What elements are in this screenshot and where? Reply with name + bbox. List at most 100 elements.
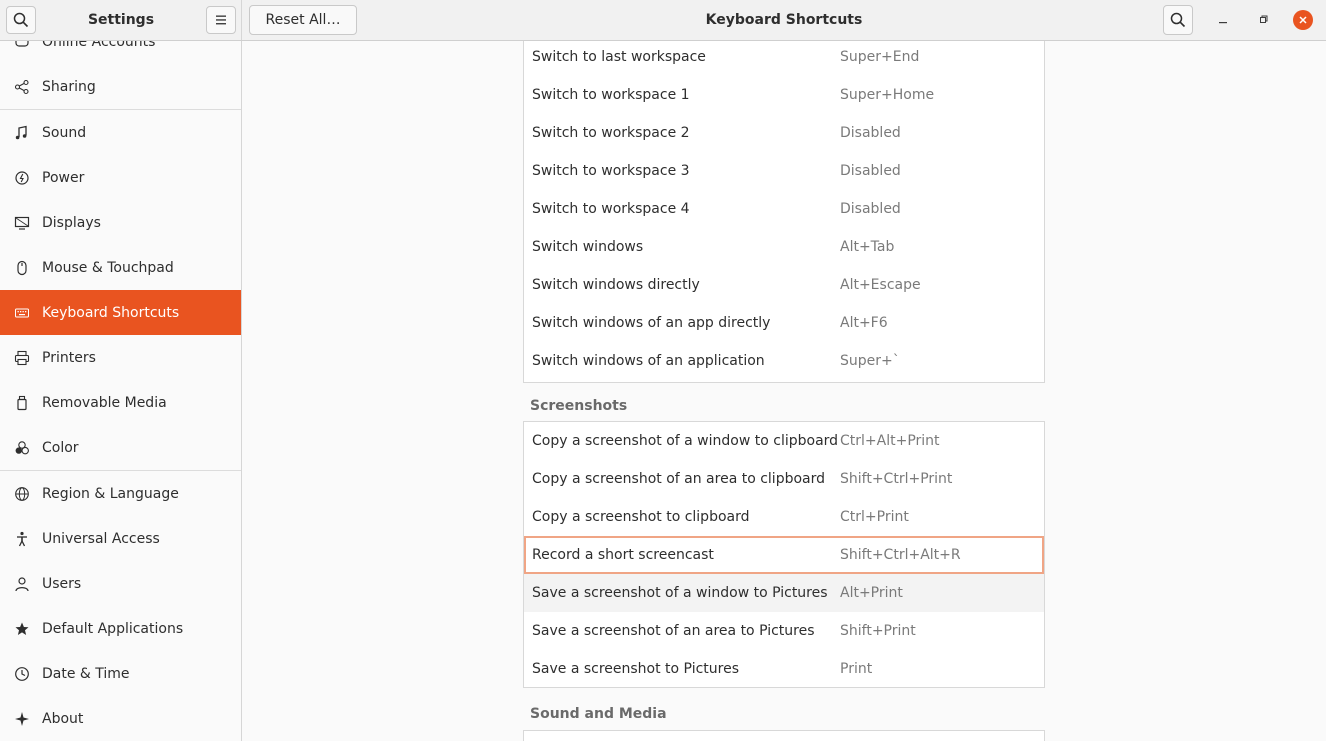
- sidebar-item-color[interactable]: Color: [0, 425, 241, 470]
- sidebar-item-online-accounts[interactable]: Online Accounts: [0, 41, 241, 64]
- sidebar-search-button[interactable]: [6, 6, 36, 34]
- shortcut-accelerator: Disabled: [840, 163, 901, 179]
- shortcut-name: Switch windows of an application: [532, 353, 765, 369]
- shortcut-row[interactable]: Copy a screenshot of a window to clipboa…: [524, 422, 1044, 460]
- shortcut-row[interactable]: Copy a screenshot to clipboard Ctrl+Prin…: [524, 498, 1044, 536]
- shortcut-row-focused[interactable]: Record a short screencast Shift+Ctrl+Alt…: [524, 536, 1044, 574]
- sparkle-icon: [12, 709, 32, 729]
- shortcut-accelerator: Alt+Tab: [840, 239, 895, 255]
- power-icon: [12, 168, 32, 188]
- shortcut-name: Copy a screenshot to clipboard: [532, 509, 750, 525]
- keyboard-icon: [12, 303, 32, 323]
- search-button[interactable]: [1163, 5, 1193, 35]
- shortcut-row[interactable]: Switch to workspace 2 Disabled: [524, 114, 1044, 152]
- sidebar-item-label: Removable Media: [42, 394, 167, 411]
- printer-icon: [12, 348, 32, 368]
- shortcut-name: Switch to workspace 2: [532, 125, 690, 141]
- shortcut-accelerator: Disabled: [840, 125, 901, 141]
- sidebar-item-users[interactable]: Users: [0, 561, 241, 606]
- search-icon: [1170, 12, 1186, 28]
- shortcut-name: Save a screenshot of an area to Pictures: [532, 623, 815, 639]
- shortcut-name: Switch windows of an app directly: [532, 315, 771, 331]
- minimize-button[interactable]: [1213, 10, 1233, 30]
- shortcut-row[interactable]: Switch to workspace 1 Super+Home: [524, 76, 1044, 114]
- globe-icon: [12, 484, 32, 504]
- sidebar-item-label: About: [42, 710, 84, 727]
- shortcut-name: Record a short screencast: [532, 547, 714, 563]
- shortcut-row[interactable]: Save a screenshot to Pictures Print: [524, 650, 1044, 688]
- clock-icon: [12, 664, 32, 684]
- sidebar-item-label: Users: [42, 575, 82, 592]
- sidebar-item-label: Keyboard Shortcuts: [42, 304, 180, 321]
- shortcut-accelerator: Ctrl+Print: [840, 509, 909, 525]
- shortcut-row-hovered[interactable]: Save a screenshot of a window to Picture…: [524, 574, 1044, 612]
- sidebar-item-label: Sharing: [42, 78, 96, 95]
- sidebar-item-label: Sound: [42, 124, 87, 141]
- hamburger-menu-icon: [216, 15, 226, 25]
- maximize-button[interactable]: [1253, 10, 1273, 30]
- shortcut-row[interactable]: Switch windows Alt+Tab: [524, 228, 1044, 266]
- music-note-icon: [12, 123, 32, 143]
- shortcut-row[interactable]: Switch to last workspace Super+End: [524, 41, 1044, 76]
- sidebar-item-keyboard-shortcuts[interactable]: Keyboard Shortcuts: [0, 290, 241, 335]
- color-icon: [12, 438, 32, 458]
- shortcut-accelerator: Super+End: [840, 49, 920, 65]
- shortcut-name: Switch to workspace 3: [532, 163, 690, 179]
- shortcut-name: Switch windows: [532, 239, 644, 255]
- minimize-icon: [1219, 22, 1227, 24]
- sidebar-item-label: Printers: [42, 349, 96, 366]
- shortcut-accelerator: Alt+Escape: [840, 277, 921, 293]
- sidebar-header: Settings: [0, 0, 242, 40]
- shortcut-name: Switch windows directly: [532, 277, 700, 293]
- menu-button[interactable]: [206, 6, 236, 34]
- shortcut-accelerator: Shift+Ctrl+Print: [840, 471, 953, 487]
- shortcut-name: Switch to last workspace: [532, 49, 706, 65]
- reset-all-button[interactable]: Reset All…: [249, 5, 357, 35]
- sidebar-item-removable-media[interactable]: Removable Media: [0, 380, 241, 425]
- shortcut-row[interactable]: Switch windows of an application Super+`: [524, 342, 1044, 380]
- online-accounts-icon: [12, 41, 32, 52]
- section-title-screenshots: Screenshots: [530, 398, 628, 414]
- mouse-icon: [12, 258, 32, 278]
- shortcut-row[interactable]: Switch to workspace 3 Disabled: [524, 152, 1044, 190]
- shortcut-row[interactable]: Switch windows of an app directly Alt+F6: [524, 304, 1044, 342]
- sidebar-item-printers[interactable]: Printers: [0, 335, 241, 380]
- shortcut-name: Save a screenshot of a window to Picture…: [532, 585, 828, 601]
- display-icon: [12, 213, 32, 233]
- shortcut-row[interactable]: Save a screenshot of an area to Pictures…: [524, 612, 1044, 650]
- section-title-sound-media: Sound and Media: [530, 706, 667, 722]
- sidebar-item-label: Default Applications: [42, 620, 184, 637]
- sidebar-item-label: Universal Access: [42, 530, 160, 547]
- header-bar: Settings Reset All… Keyboard Shortcuts: [0, 0, 1326, 41]
- sidebar-item-label: Date & Time: [42, 665, 130, 682]
- shortcut-name: Switch to workspace 1: [532, 87, 690, 103]
- search-icon: [13, 12, 29, 28]
- sidebar-item-region-language[interactable]: Region & Language: [0, 471, 241, 516]
- close-button[interactable]: [1293, 10, 1313, 30]
- star-icon: [12, 619, 32, 639]
- sidebar-title: Settings: [87, 12, 155, 28]
- user-icon: [12, 574, 32, 594]
- sidebar-item-label: Color: [42, 439, 79, 456]
- shortcut-accelerator: Disabled: [840, 201, 901, 217]
- sidebar-item-sound[interactable]: Sound: [0, 110, 241, 155]
- sidebar-item-mouse-touchpad[interactable]: Mouse & Touchpad: [0, 245, 241, 290]
- shortcut-row[interactable]: Switch windows directly Alt+Escape: [524, 266, 1044, 304]
- sidebar-item-power[interactable]: Power: [0, 155, 241, 200]
- sidebar-item-displays[interactable]: Displays: [0, 200, 241, 245]
- close-icon: [1299, 16, 1307, 24]
- sound-media-shortcuts-list: [523, 730, 1045, 741]
- shortcuts-panel: Switch to last workspace Super+End Switc…: [243, 41, 1326, 741]
- shortcut-row[interactable]: Switch to workspace 4 Disabled: [524, 190, 1044, 228]
- sidebar-item-about[interactable]: About: [0, 696, 241, 741]
- shortcut-accelerator: Ctrl+Alt+Print: [840, 433, 940, 449]
- removable-media-icon: [12, 393, 32, 413]
- shortcut-accelerator: Print: [840, 661, 873, 677]
- sidebar-item-default-applications[interactable]: Default Applications: [0, 606, 241, 651]
- shortcut-accelerator: Shift+Ctrl+Alt+R: [840, 547, 961, 563]
- sidebar-item-sharing[interactable]: Sharing: [0, 64, 241, 109]
- shortcut-row[interactable]: Copy a screenshot of an area to clipboar…: [524, 460, 1044, 498]
- sidebar-item-label: Displays: [42, 214, 101, 231]
- sidebar-item-universal-access[interactable]: Universal Access: [0, 516, 241, 561]
- sidebar-item-date-time[interactable]: Date & Time: [0, 651, 241, 696]
